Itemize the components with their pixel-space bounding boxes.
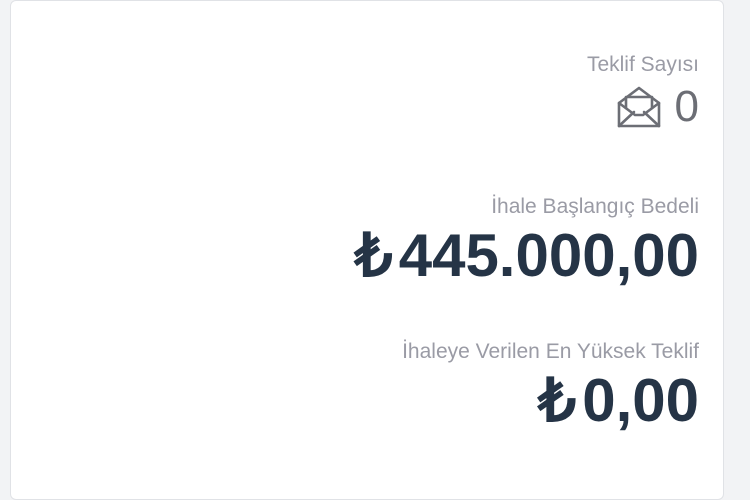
highest-bid-value: 0,00: [582, 367, 699, 434]
start-price-label: İhale Başlangıç Bedeli: [491, 195, 699, 218]
lira-sign: ₺: [354, 222, 393, 289]
offer-count-block: Teklif Sayısı 0: [587, 53, 699, 131]
start-price-value: 445.000,00: [398, 222, 699, 289]
highest-bid-row: ₺ 0,00: [402, 368, 699, 434]
start-price-row: ₺ 445.000,00: [355, 223, 699, 289]
start-price-block: İhale Başlangıç Bedeli ₺ 445.000,00: [355, 195, 699, 289]
offer-count-value: 0: [674, 82, 699, 131]
open-envelope-icon: [615, 84, 663, 130]
offer-count-label: Teklif Sayısı: [586, 53, 699, 76]
offer-count-row: 0: [587, 83, 699, 131]
highest-bid-label: İhaleye Verilen En Yüksek Teklif: [402, 340, 699, 363]
highest-bid-block: İhaleye Verilen En Yüksek Teklif ₺ 0,00: [402, 340, 699, 434]
lira-sign: ₺: [538, 367, 577, 434]
auction-summary-card: Teklif Sayısı 0 İhale Başlangıç Bedeli ₺: [10, 0, 724, 500]
